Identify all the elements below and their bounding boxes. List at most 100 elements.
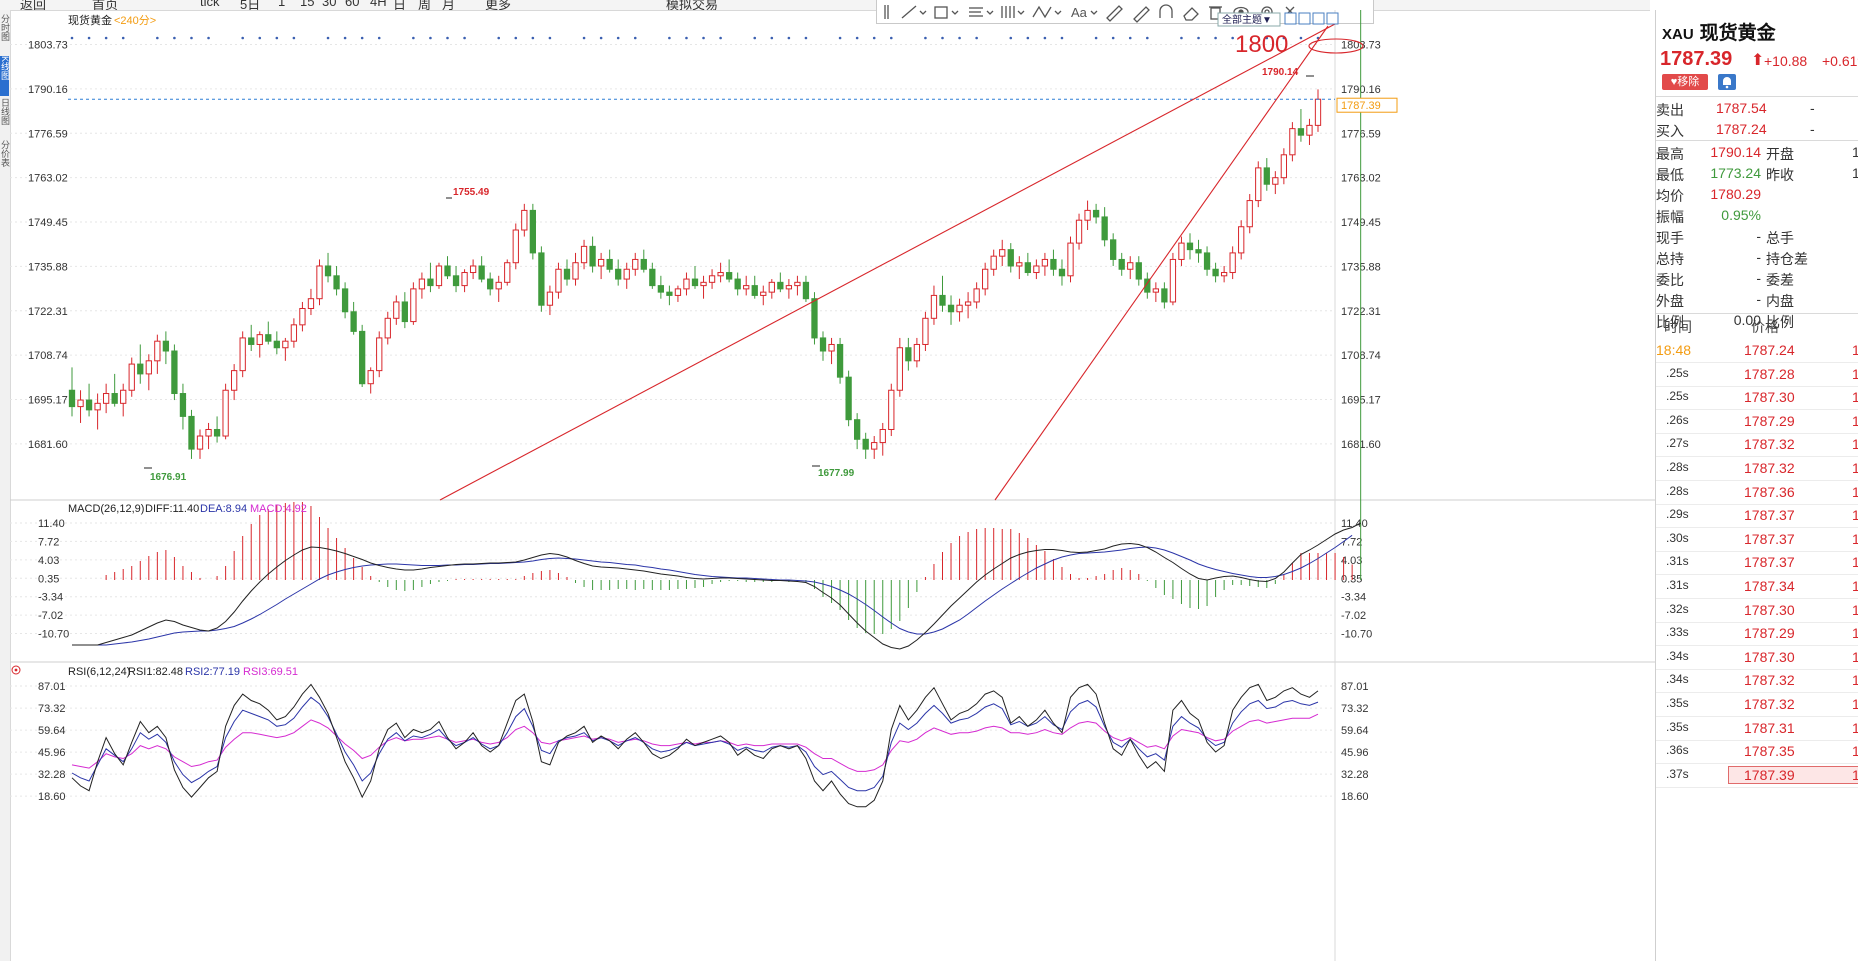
rsi-axis-right-label: 18.60 bbox=[1341, 791, 1369, 803]
toolbar-item[interactable]: 30 bbox=[322, 0, 336, 9]
themes-button[interactable]: 全部主题▼ bbox=[1217, 12, 1281, 27]
candle-body bbox=[1024, 262, 1031, 274]
candle-body bbox=[376, 337, 383, 372]
event-dot bbox=[1231, 36, 1234, 40]
toolbar-item[interactable]: 60 bbox=[345, 0, 359, 9]
left-tab[interactable]: 分价表 bbox=[0, 140, 10, 180]
event-dot bbox=[872, 36, 876, 40]
chart-canvas[interactable]: 1803.73 1803.731790.16 1790.161776.59 1776.… bbox=[10, 10, 1655, 961]
event-dot bbox=[889, 36, 893, 40]
candle-body bbox=[871, 442, 878, 450]
candle-body bbox=[1152, 288, 1159, 293]
trend-line-long[interactable] bbox=[439, 23, 1336, 501]
stat-value: - bbox=[1756, 228, 1761, 244]
candle-body bbox=[444, 265, 451, 277]
candle-body bbox=[691, 278, 699, 287]
candle-body bbox=[743, 285, 750, 290]
candle-body bbox=[341, 288, 349, 313]
candle-body bbox=[350, 311, 357, 332]
candle-body bbox=[700, 281, 707, 287]
event-dot bbox=[855, 36, 859, 40]
layout-buttons[interactable] bbox=[1284, 12, 1339, 25]
stat-value: 1780.29 bbox=[1710, 186, 1761, 202]
candle-body bbox=[674, 288, 682, 296]
candle-body bbox=[393, 301, 400, 319]
stat-label-2: 内盘 bbox=[1766, 293, 1794, 309]
candle-body bbox=[836, 343, 844, 378]
tick-row: .29s 1787.37 1 bbox=[1656, 504, 1858, 529]
toolbar-item[interactable]: tick bbox=[200, 0, 220, 9]
rsi2-label: RSI2:77.19 bbox=[185, 666, 240, 678]
candle-body bbox=[478, 265, 485, 280]
tick-volume: 1 bbox=[1852, 531, 1858, 547]
candle-body bbox=[188, 415, 195, 450]
alert-bell-button[interactable] bbox=[1718, 74, 1736, 90]
candle-body bbox=[1229, 252, 1236, 274]
candle-body bbox=[1272, 177, 1279, 185]
candle-body bbox=[563, 268, 571, 280]
stat-label: 振幅 bbox=[1656, 209, 1684, 225]
candle-body bbox=[1016, 262, 1023, 267]
tick-price: 1787.28 bbox=[1744, 365, 1795, 382]
rsi-axis-right-label: 73.32 bbox=[1341, 703, 1369, 715]
settings-icon[interactable] bbox=[11, 665, 21, 675]
event-dot bbox=[787, 36, 791, 40]
candle-body bbox=[964, 301, 972, 306]
candle-body bbox=[913, 343, 921, 362]
candle-body bbox=[1058, 268, 1066, 277]
event-dot bbox=[804, 36, 808, 40]
remove-watchlist-button[interactable]: ♥移除 bbox=[1662, 74, 1708, 90]
event-dot bbox=[258, 36, 262, 40]
candle-body bbox=[231, 370, 238, 391]
event-dot bbox=[941, 36, 944, 40]
left-tab[interactable]: 分时图 bbox=[0, 14, 10, 54]
candle-body bbox=[632, 258, 639, 270]
event-dot bbox=[343, 36, 347, 40]
event-dot bbox=[1299, 36, 1303, 40]
tick-row: .28s 1787.36 1 bbox=[1656, 481, 1858, 505]
candle-body bbox=[725, 272, 733, 280]
left-tab[interactable]: K线图 bbox=[0, 56, 10, 96]
stat-label: 委比 bbox=[1656, 272, 1684, 288]
tick-volume: 1 bbox=[1852, 625, 1858, 641]
grid-lines bbox=[10, 44, 1335, 797]
toolbar-item[interactable]: 1 bbox=[278, 0, 285, 9]
candle-body bbox=[930, 294, 938, 319]
event-dot bbox=[1043, 36, 1047, 40]
tick-volume: 1 bbox=[1852, 389, 1858, 405]
left-tab[interactable]: 日线图 bbox=[0, 98, 10, 138]
candle-body bbox=[1101, 216, 1108, 241]
ticks-header: 时间 价格 bbox=[1656, 314, 1858, 338]
tick-volume: 1 bbox=[1852, 436, 1858, 452]
tick-price: 1787.32 bbox=[1744, 672, 1795, 689]
candle-body bbox=[529, 209, 536, 254]
toolbar-item[interactable]: 15 bbox=[300, 0, 314, 9]
macd-diff-label: DIFF:11.40 bbox=[145, 503, 199, 515]
candle-body bbox=[1169, 258, 1177, 303]
candle-body bbox=[845, 376, 852, 421]
event-dot bbox=[1180, 36, 1183, 40]
tick-volume: 1 bbox=[1852, 554, 1858, 570]
candle-body bbox=[273, 340, 280, 349]
tick-row: .35s 1787.31 1 bbox=[1656, 717, 1858, 741]
candle-body bbox=[487, 278, 494, 290]
event-dot bbox=[1214, 36, 1217, 40]
event-dot bbox=[1009, 36, 1013, 40]
rsi1-label: RSI1:82.48 bbox=[128, 666, 183, 678]
candle-body bbox=[1220, 272, 1228, 277]
stat-value: - bbox=[1756, 270, 1761, 286]
candle-body bbox=[939, 294, 946, 306]
event-dot bbox=[412, 36, 415, 40]
toolbar-item[interactable]: 4H bbox=[370, 0, 387, 9]
tick-volume: 1 bbox=[1852, 507, 1858, 523]
rsi-axis-right-label: 59.64 bbox=[1341, 725, 1369, 737]
tick-volume: 1 bbox=[1852, 649, 1858, 665]
event-dot bbox=[668, 36, 671, 40]
candle-body bbox=[196, 435, 204, 450]
candle-body bbox=[94, 402, 101, 411]
macd-series bbox=[72, 10, 1362, 650]
candle-body bbox=[213, 428, 221, 437]
event-dot bbox=[770, 36, 774, 40]
rsi-axis-left-label: 45.96 bbox=[38, 747, 66, 759]
candle-body bbox=[495, 281, 502, 290]
